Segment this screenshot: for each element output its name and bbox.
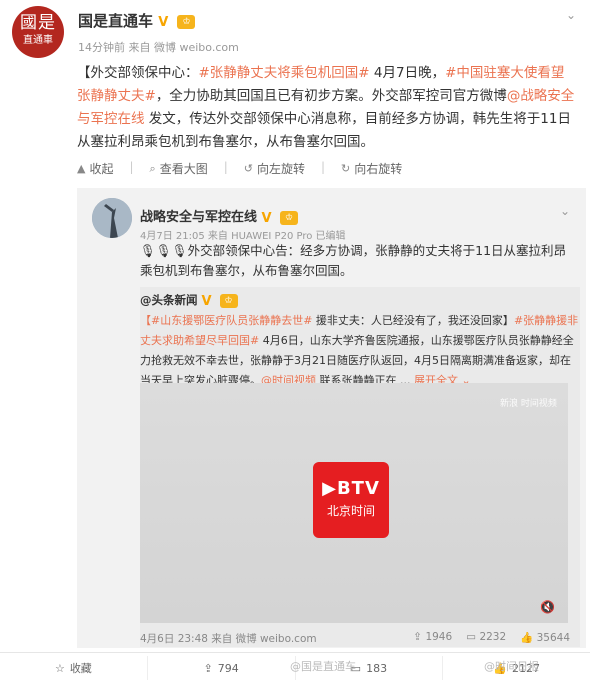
quoted-stats: ⇪ 1946 ▭ 2232 👍 35644 — [413, 631, 570, 644]
post-meta: 14分钟前 来自 微博 weibo.com — [78, 41, 239, 54]
divider: | — [321, 160, 326, 174]
quoted-text-part: 援非丈夫：人已经没有了，我还没回家】 — [312, 314, 514, 327]
quoted-like-button[interactable]: 👍 35644 — [520, 631, 570, 644]
watermark: @时间日报 — [484, 660, 539, 673]
repost-text-body: 外交部领保中心告：经多方协调，张静静的丈夫将于11日从塞拉利昂乘包机到布鲁塞尔，… — [140, 243, 567, 278]
repost-avatar[interactable] — [92, 198, 132, 238]
avatar-text-big: 國是 — [20, 13, 56, 33]
rotate-left-icon: ↺ — [243, 162, 253, 175]
divider: | — [129, 160, 134, 174]
search-icon: ⌕ — [149, 161, 156, 175]
collapse-icon: ▲ — [77, 162, 86, 175]
quoted-comment-button[interactable]: ▭ 2232 — [466, 631, 506, 644]
image-toolbar: ▲ 收起 | ⌕ 查看大图 | ↺ 向左旋转 | ↻ 向右旋转 — [77, 160, 402, 177]
rotate-right-icon: ↻ — [341, 162, 351, 175]
author-name-row: 国是直通车 V ♔ — [78, 10, 196, 31]
member-badge-icon: ♔ — [177, 14, 196, 29]
rotate-left-label: 向左旋转 — [256, 162, 305, 176]
forward-count: 794 — [217, 661, 239, 675]
statue-avatar-image — [92, 198, 132, 238]
avatar-text-small: 直通車 — [23, 35, 53, 46]
divider — [0, 652, 590, 653]
verified-icon: V — [201, 293, 212, 309]
repost-author[interactable]: 战略安全与军控在线 — [140, 210, 257, 225]
favorite-label: 收藏 — [69, 662, 92, 675]
topic-link[interactable]: 【#山东援鄂医疗队员张静静去世# — [140, 314, 312, 327]
video-watermark: 新浪 时间视频 — [500, 399, 557, 409]
chevron-down-icon[interactable]: ⌄ — [566, 8, 576, 22]
post-text-part: 4月7日晚， — [369, 65, 446, 81]
member-badge-icon: ♔ — [219, 293, 238, 308]
forward-count: 1946 — [425, 631, 453, 643]
author-name[interactable]: 国是直通车 — [78, 12, 153, 30]
post-text-part: 发文，传达外交部领保中心消息称，目前经多方协调，韩先生将于11日从塞拉利昂乘包机… — [77, 111, 571, 150]
repost-author-row: 战略安全与军控在线 V ♔ — [140, 206, 299, 226]
view-large-label: 查看大图 — [159, 162, 208, 176]
microphone-icons: 🎙🎙🎙 — [140, 243, 188, 258]
quoted-forward-button[interactable]: ⇪ 1946 — [413, 631, 452, 644]
quoted-author[interactable]: @头条新闻 — [140, 293, 198, 307]
favorite-button[interactable]: ☆ 收藏 — [0, 656, 148, 680]
topic-link[interactable]: #张静静丈夫将乘包机回国# — [199, 65, 370, 81]
mute-icon[interactable]: 🔇 — [540, 600, 555, 614]
rotate-right-label: 向右旋转 — [354, 162, 403, 176]
btv-logo-main: ▶BTV — [322, 478, 380, 499]
post-text-part: 【外交部领保中心： — [77, 65, 199, 81]
comment-count: 2232 — [479, 631, 507, 643]
watermark: @国是直通车 — [290, 660, 356, 673]
post-text-part: ，全力协助其回国且已有初步方案。外交部军控司官方微博 — [155, 88, 507, 104]
btv-logo: ▶BTV 北京时间 — [313, 462, 389, 538]
quoted-meta: 4月6日 23:48 来自 微博 weibo.com — [140, 633, 317, 645]
btv-logo-sub: 北京时间 — [326, 504, 375, 518]
rotate-left-button[interactable]: ↺ 向左旋转 — [244, 160, 305, 177]
member-badge-icon: ♔ — [280, 210, 299, 225]
comment-count: 183 — [366, 661, 388, 675]
divider: | — [223, 160, 228, 174]
repost-text: 🎙🎙🎙外交部领保中心告：经多方协调，张静静的丈夫将于11日从塞拉利昂乘包机到布鲁… — [140, 241, 575, 281]
rotate-right-button[interactable]: ↻ 向右旋转 — [341, 160, 402, 177]
like-count: 35644 — [536, 632, 570, 644]
author-avatar[interactable]: 國是 直通車 — [12, 6, 64, 58]
verified-icon: V — [158, 14, 169, 30]
forward-icon: ⇪ — [203, 661, 213, 675]
collapse-button[interactable]: ▲ 收起 — [77, 160, 113, 177]
verified-icon: V — [261, 210, 272, 226]
repost-meta: 4月7日 21:05 来自 HUAWEI P20 Pro 已编辑 — [140, 231, 346, 242]
quoted-footer: 4月6日 23:48 来自 微博 weibo.com ⇪ 1946 ▭ 2232… — [140, 631, 570, 646]
quoted-author-row: @头条新闻 V ♔ — [140, 292, 238, 309]
quoted-text: 【#山东援鄂医疗队员张静静去世# 援非丈夫：人已经没有了，我还没回家】#张静静援… — [140, 311, 580, 391]
star-icon: ☆ — [54, 661, 65, 675]
post-text: 【外交部领保中心：#张静静丈夫将乘包机回国# 4月7日晚，#中国驻塞大使看望张静… — [77, 62, 577, 154]
chevron-down-icon[interactable]: ⌄ — [560, 204, 570, 218]
view-large-button[interactable]: ⌕ 查看大图 — [150, 160, 208, 177]
forward-button[interactable]: ⇪ 794 — [148, 656, 296, 680]
collapse-label: 收起 — [89, 162, 114, 176]
